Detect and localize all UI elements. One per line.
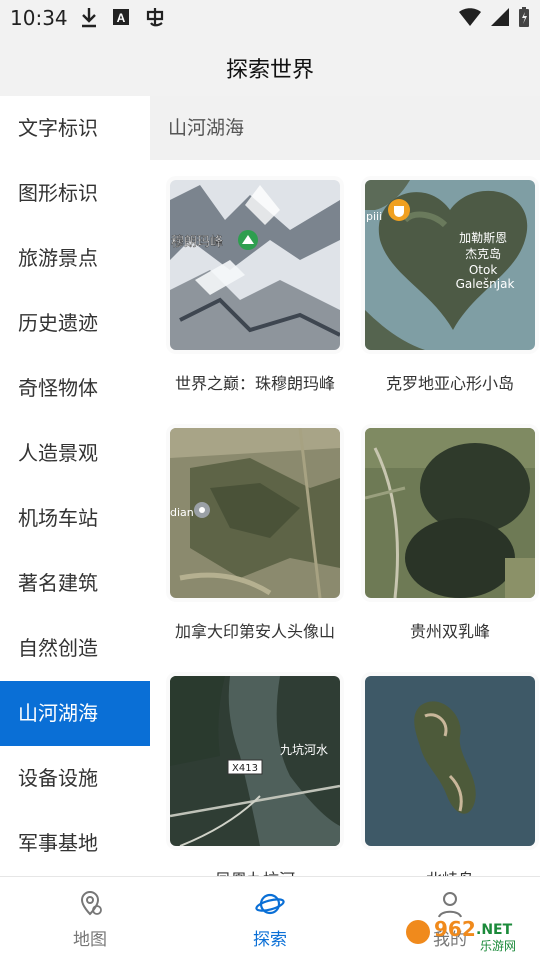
satellite-thumbnail[interactable]: X413 九坑河水 (170, 676, 340, 846)
sidebar-item-tourist-spots[interactable]: 旅游景点 (0, 226, 150, 291)
sidebar-item-graphic-signs[interactable]: 图形标识 (0, 161, 150, 226)
wifi-icon (459, 8, 481, 26)
place-caption[interactable]: 克罗地亚心形小岛 (350, 370, 540, 394)
sidebar-item-military-bases[interactable]: 军事基地 (0, 811, 150, 876)
sidebar-item-text-signs[interactable]: 文字标识 (0, 96, 150, 161)
main-content: 山河湖海 穆朗玛峰 世界之巅：珠穆朗玛峰 piii 加勒斯恩 杰克岛 Otok … (150, 96, 540, 876)
map-edge-label: piii (366, 210, 382, 223)
section-title: 山河湖海 (150, 96, 540, 160)
map-label: 九坑河水 (280, 742, 328, 757)
status-icons-left: A (80, 6, 166, 28)
map-label: dian (170, 506, 194, 519)
status-time: 10:34 (10, 6, 68, 30)
satellite-thumbnail[interactable] (365, 428, 535, 598)
map-pin-icon (80, 890, 102, 916)
map-label: 穆朗玛峰 (171, 235, 223, 250)
svg-text:乐游网: 乐游网 (480, 939, 516, 953)
sidebar-item-famous-buildings[interactable]: 著名建筑 (0, 551, 150, 616)
satellite-thumbnail[interactable]: piii 加勒斯恩 杰克岛 Otok Galešnjak (365, 180, 535, 350)
sidebar-item-facilities[interactable]: 设备设施 (0, 746, 150, 811)
svg-text:962: 962 (434, 917, 476, 941)
status-icons-right (458, 6, 530, 28)
nav-tab-map[interactable]: 地图 (30, 889, 150, 950)
translate-icon: A (113, 9, 129, 25)
planet-icon (255, 893, 285, 915)
place-caption[interactable]: 凤凰九坑河 (155, 866, 355, 876)
sidebar-item-mountains-rivers[interactable]: 山河湖海 (0, 681, 150, 746)
battery-icon (519, 7, 529, 27)
sidebar-item-airports-stations[interactable]: 机场车站 (0, 486, 150, 551)
sidebar-item-historic-sites[interactable]: 历史遗迹 (0, 291, 150, 356)
sidebar-item-nature[interactable]: 自然创造 (0, 616, 150, 681)
category-sidebar: 文字标识 图形标识 旅游景点 历史遗迹 奇怪物体 人造景观 机场车站 著名建筑 … (0, 96, 150, 876)
status-bar: 10:34 A (0, 0, 540, 36)
svg-text:.NET: .NET (476, 922, 513, 938)
app-notification-icon (146, 8, 164, 27)
sidebar-item-man-made[interactable]: 人造景观 (0, 421, 150, 486)
place-caption[interactable]: 贵州双乳峰 (350, 618, 540, 642)
page-title: 探索世界 (225, 58, 314, 83)
satellite-thumbnail[interactable]: 穆朗玛峰 (170, 180, 340, 350)
nav-tab-explore[interactable]: 探索 (210, 889, 330, 950)
satellite-thumbnail[interactable] (365, 676, 535, 846)
svg-text:A: A (117, 11, 126, 25)
download-icon (82, 8, 96, 28)
signal-icon (491, 8, 509, 26)
nav-label: 探索 (253, 930, 287, 950)
place-caption[interactable]: 世界之巅：珠穆朗玛峰 (155, 370, 355, 394)
app-title-bar: 探索世界 (0, 36, 540, 96)
road-label: X413 (232, 763, 258, 774)
place-caption[interactable]: 加拿大印第安人头像山 (155, 618, 355, 642)
nav-label: 地图 (73, 930, 107, 950)
place-caption[interactable]: 北峙岛 (350, 866, 540, 876)
satellite-thumbnail[interactable]: dian (170, 428, 340, 598)
watermark-logo: 962 .NET 乐游网 (404, 910, 532, 954)
sidebar-item-strange-objects[interactable]: 奇怪物体 (0, 356, 150, 421)
